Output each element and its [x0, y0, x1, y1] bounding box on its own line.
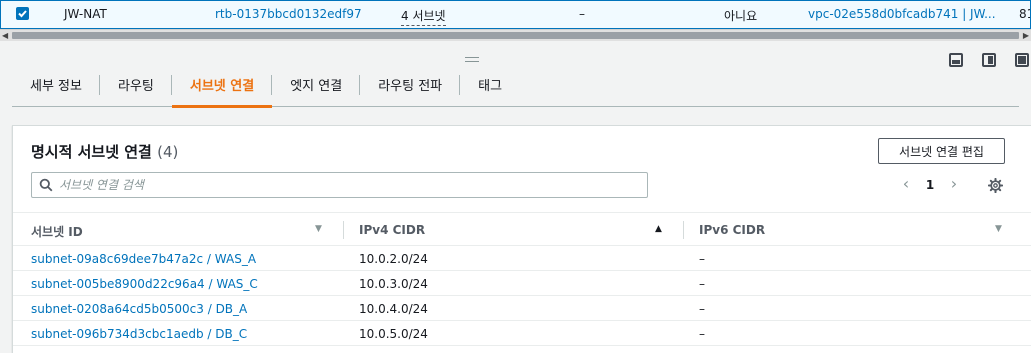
tab-edge-associations[interactable]: 엣지 연결: [272, 63, 361, 107]
column-header-ipv4[interactable]: IPv4 CIDR: [359, 223, 425, 237]
main-flag: 아니요: [724, 9, 758, 23]
table-row: subnet-0208a64cd5b0500c3 / DB_A 10.0.4.0…: [13, 296, 1031, 321]
tab-label: 서브넷 연결: [189, 79, 255, 94]
tab-routes[interactable]: 라우팅: [100, 63, 172, 107]
ipv6-cidr: –: [699, 252, 705, 266]
tab-label: 라우팅 전파: [378, 79, 443, 94]
section-title-text: 명시적 서브넷 연결: [31, 143, 152, 161]
sort-up-icon[interactable]: ▲: [655, 224, 662, 234]
table-row: subnet-096b734d3cbc1aedb / DB_C 10.0.5.0…: [13, 321, 1031, 346]
checkbox-checked-icon[interactable]: [16, 7, 29, 20]
section-title: 명시적 서브넷 연결 (4): [31, 141, 178, 162]
ipv6-cidr: –: [699, 302, 705, 316]
chevron-left-icon[interactable]: ‹: [898, 176, 914, 193]
scrollbar-thumb[interactable]: [12, 32, 1019, 39]
tab-tags[interactable]: 태그: [460, 63, 520, 107]
subnet-associations-container: 명시적 서브넷 연결 (4) 서브넷 연결 편집 ‹ 1 › 서브넷 I: [12, 125, 1031, 353]
subnet-link[interactable]: subnet-0208a64cd5b0500c3 / DB_A: [31, 302, 247, 316]
detail-tabs: 세부 정보 라우팅 서브넷 연결 엣지 연결 라우팅 전파 태그: [12, 63, 1019, 108]
subnet-link[interactable]: subnet-005be8900d22c96a4 / WAS_C: [31, 277, 258, 291]
section-count: (4): [157, 143, 179, 161]
tab-details[interactable]: 세부 정보: [12, 63, 100, 107]
split-panel: 세부 정보 라우팅 서브넷 연결 엣지 연결 라우팅 전파 태그 명시적 서브넷…: [0, 41, 1031, 353]
ipv6-cidr: –: [699, 277, 705, 291]
pagination: ‹ 1 ›: [898, 176, 962, 193]
tab-label: 엣지 연결: [290, 79, 343, 94]
sort-down-icon[interactable]: ▼: [315, 224, 322, 234]
vpc-link[interactable]: vpc-02e558d0bfcadb741 | JW...: [808, 7, 996, 21]
ipv6-cidr: –: [699, 327, 705, 341]
route-table-row-selected[interactable]: JW-NAT rtb-0137bbcd0132edf97 4 서브넷 – 아니요…: [0, 0, 1031, 29]
drag-handle-icon[interactable]: [465, 57, 479, 62]
subnet-link[interactable]: subnet-096b734d3cbc1aedb / DB_C: [31, 327, 247, 341]
explicit-subnet-count[interactable]: 4 서브넷: [401, 7, 446, 26]
horizontal-scrollbar[interactable]: ◀ ▶: [0, 29, 1031, 41]
route-table-id-link[interactable]: rtb-0137bbcd0132edf97: [215, 7, 362, 21]
column-header-ipv6[interactable]: IPv6 CIDR: [699, 223, 765, 237]
ipv4-cidr: 10.0.5.0/24: [359, 327, 428, 341]
search-icon: [39, 178, 53, 192]
tab-label: 라우팅: [117, 79, 154, 94]
search-input[interactable]: [59, 176, 639, 194]
scroll-right-icon[interactable]: ▶: [1023, 31, 1029, 41]
table-header: 서브넷 ID ▼ IPv4 CIDR ▲ IPv6 CIDR ▼: [13, 212, 1031, 246]
search-box[interactable]: [31, 172, 648, 198]
tab-label: 태그: [478, 79, 503, 94]
ipv4-cidr: 10.0.3.0/24: [359, 277, 428, 291]
ipv4-cidr: 10.0.2.0/24: [359, 252, 428, 266]
tab-label: 세부 정보: [30, 79, 82, 94]
column-header-subnet-id[interactable]: 서브넷 ID: [31, 223, 83, 240]
table-row: subnet-09a8c69dee7b47a2c / WAS_A 10.0.2.…: [13, 246, 1031, 271]
edge-associations: –: [579, 7, 585, 21]
subnet-link[interactable]: subnet-09a8c69dee7b47a2c / WAS_A: [31, 252, 256, 266]
scroll-left-icon[interactable]: ◀: [2, 31, 8, 41]
gear-icon[interactable]: [988, 178, 1003, 193]
subnet-table: 서브넷 ID ▼ IPv4 CIDR ▲ IPv6 CIDR ▼ subnet-…: [13, 212, 1031, 346]
sort-down-icon[interactable]: ▼: [995, 224, 1002, 234]
page-number[interactable]: 1: [920, 178, 940, 192]
tab-route-propagation[interactable]: 라우팅 전파: [360, 63, 461, 107]
route-table-name: JW-NAT: [64, 7, 107, 21]
tab-subnet-associations[interactable]: 서브넷 연결: [171, 63, 273, 108]
chevron-right-icon[interactable]: ›: [946, 176, 962, 193]
owner-id: 81: [1019, 7, 1030, 21]
ipv4-cidr: 10.0.4.0/24: [359, 302, 428, 316]
table-row: subnet-005be8900d22c96a4 / WAS_C 10.0.3.…: [13, 271, 1031, 296]
edit-subnet-associations-button[interactable]: 서브넷 연결 편집: [878, 138, 1005, 164]
